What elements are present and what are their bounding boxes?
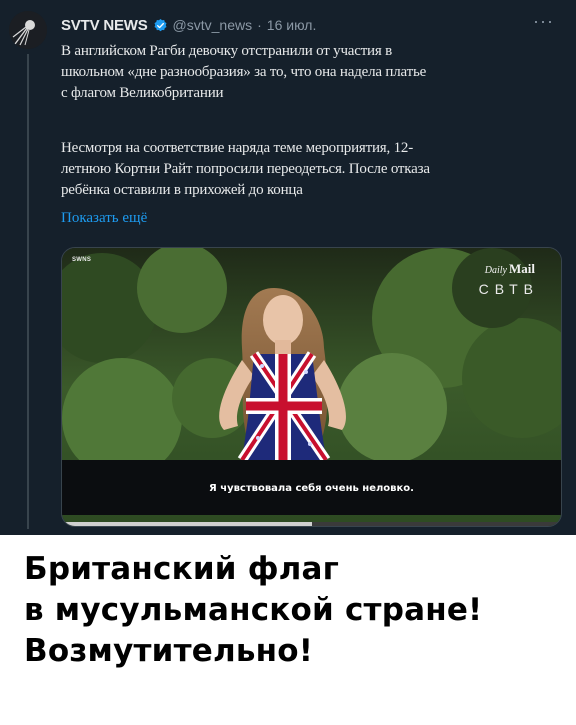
tweet-paragraph-1: В английском Рагби девочку отстранили от…	[61, 41, 521, 104]
tweet-text-line: ребёнка оставили в прихожей до конца	[61, 182, 303, 198]
swns-watermark: SWNS	[72, 257, 92, 263]
separator-dot: ·	[257, 17, 262, 33]
thread-line	[27, 54, 29, 529]
svtv-channel-logo: СВТВ	[478, 281, 539, 297]
video-progress-fill	[62, 522, 312, 526]
tweet-text-line: летнюю Кортни Райт попросили переодеться…	[61, 161, 430, 177]
author-name[interactable]: SVTV NEWS	[61, 17, 148, 34]
video-subtitle: Я чувствовала себя очень неловко.	[209, 483, 414, 494]
daily-mail-logo: Daily Mail	[484, 261, 535, 276]
tweet-text-line: Несмотря на соответствие наряда теме мер…	[61, 140, 413, 156]
tweet-text-line: В английском Рагби девочку отстранили от…	[61, 43, 393, 59]
verified-badge-icon	[154, 18, 167, 31]
video-progress-bar[interactable]	[62, 522, 561, 526]
more-options-icon[interactable]: ···	[533, 12, 554, 30]
tweet-text-line: с флагом Великобритании	[61, 85, 224, 101]
caption-line: в мусульманской стране!	[24, 592, 483, 628]
tweet-header: SVTV NEWS @svtv_news · 16 июл.	[61, 14, 316, 36]
avatar[interactable]	[9, 11, 47, 49]
tweet-card[interactable]: SVTV NEWS @svtv_news · 16 июл. ··· В анг…	[0, 0, 576, 535]
tweet-date[interactable]: 16 июл.	[267, 17, 317, 33]
tweet-paragraph-2: Несмотря на соответствие наряда теме мер…	[61, 138, 521, 201]
tweet-text-line: школьном «дне разнообразия» за то, что о…	[61, 64, 427, 80]
meme-caption: Британский флаг в мусульманской стране! …	[24, 549, 482, 672]
video-player[interactable]: SWNS Daily Mail СВТВ Я чувствовала себя о…	[61, 247, 562, 527]
caption-line: Возмутительно!	[24, 633, 314, 669]
caption-line: Британский флаг	[24, 551, 340, 587]
show-more-link[interactable]: Показать ещё	[61, 210, 147, 227]
sputnik-logo-icon	[9, 11, 47, 49]
author-handle[interactable]: @svtv_news	[173, 17, 253, 33]
